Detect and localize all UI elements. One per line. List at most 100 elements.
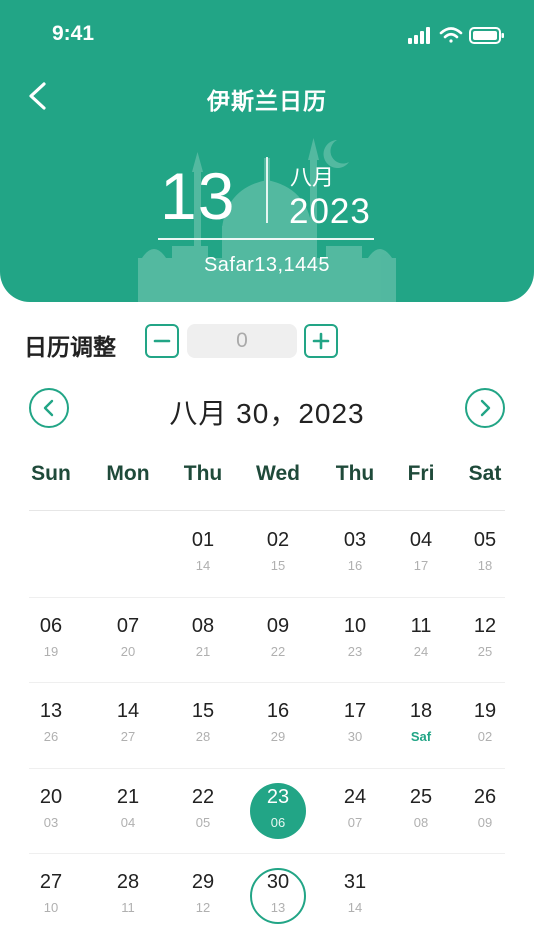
day-cell[interactable]: 26 09	[447, 768, 523, 852]
day-cell[interactable]: 19 02	[447, 682, 523, 766]
day-cell[interactable]: 29 12	[165, 853, 241, 937]
status-time: 9:41	[52, 22, 95, 45]
gregorian-day: 20	[39, 786, 63, 808]
date-divider	[266, 157, 268, 223]
chevron-right-icon	[480, 399, 491, 417]
gregorian-day: 23	[266, 786, 290, 808]
next-month-button[interactable]	[465, 388, 505, 428]
day-cell[interactable]: 12 25	[447, 597, 523, 681]
hijri-day: 13	[270, 900, 286, 915]
weekday-header: Mon	[106, 462, 150, 485]
day-cell-selected[interactable]: 23 06	[240, 768, 316, 852]
day-cell[interactable]: 06 19	[13, 597, 89, 681]
hijri-day: 10	[43, 900, 59, 915]
weekday-header: Thu	[335, 462, 375, 485]
day-cell-today[interactable]: 30 13	[240, 853, 316, 937]
gregorian-day: 06	[39, 615, 63, 637]
day-cell[interactable]: 17 30	[317, 682, 393, 766]
day-cell[interactable]: 07 20	[90, 597, 166, 681]
hijri-day: 28	[195, 729, 211, 744]
day-cell[interactable]: 31 14	[317, 853, 393, 937]
gregorian-day: 12	[473, 615, 497, 637]
header-month: 八月	[290, 165, 335, 190]
gregorian-day: 03	[343, 529, 367, 551]
day-cell[interactable]: 21 04	[90, 768, 166, 852]
day-cell[interactable]: 28 11	[90, 853, 166, 937]
month-title: 八月 30，2023	[169, 398, 365, 429]
gregorian-day: 31	[343, 871, 367, 893]
gregorian-day: 22	[191, 786, 215, 808]
hijri-day: 03	[43, 815, 59, 830]
page-title: 伊斯兰日历	[207, 88, 327, 114]
hijri-day: 05	[195, 815, 211, 830]
decrement-button[interactable]	[145, 324, 179, 358]
hijri-day: 16	[347, 558, 363, 573]
gregorian-day: 09	[266, 615, 290, 637]
gregorian-day: 29	[191, 871, 215, 893]
status-bar: 9:41	[0, 0, 534, 70]
gregorian-day: 05	[473, 529, 497, 551]
hijri-day: 20	[120, 644, 136, 659]
hijri-day: 12	[195, 900, 211, 915]
header-year: 2023	[289, 192, 371, 231]
status-icons	[408, 24, 508, 48]
hijri-day: 11	[121, 900, 135, 915]
day-cell[interactable]: 13 26	[13, 682, 89, 766]
calendar-adjust-label: 日历调整	[24, 334, 116, 360]
hijri-day: 15	[270, 558, 286, 573]
hijri-day-number: 13	[160, 159, 236, 233]
date-underline	[158, 238, 374, 240]
hijri-day: 09	[477, 815, 493, 830]
hijri-day: 21	[195, 644, 211, 659]
hijri-day: 19	[43, 644, 59, 659]
gregorian-day: 28	[116, 871, 140, 893]
gregorian-day: 16	[266, 700, 290, 722]
weekday-header: Sun	[31, 462, 71, 485]
day-cell[interactable]: 03 16	[317, 511, 393, 595]
adjust-value-field[interactable]: 0	[187, 324, 297, 358]
gregorian-day: 26	[473, 786, 497, 808]
day-cell[interactable]: 09 22	[240, 597, 316, 681]
day-cell[interactable]: 16 29	[240, 682, 316, 766]
gregorian-day: 08	[191, 615, 215, 637]
plus-icon	[312, 332, 330, 350]
day-cell[interactable]: 02 15	[240, 511, 316, 595]
day-cell[interactable]: 01 14	[165, 511, 241, 595]
weekday-header: Sat	[468, 462, 502, 485]
gregorian-day: 30	[266, 871, 290, 893]
hijri-day: 04	[120, 815, 136, 830]
hijri-day: 06	[270, 815, 286, 830]
gregorian-day: 21	[116, 786, 140, 808]
day-cell[interactable]: 14 27	[90, 682, 166, 766]
day-cell[interactable]: 05 18	[447, 511, 523, 595]
hijri-day: 02	[477, 729, 493, 744]
day-cell[interactable]: 08 21	[165, 597, 241, 681]
hijri-day: 26	[43, 729, 59, 744]
hijri-day: 18	[477, 558, 493, 573]
hijri-day: 14	[195, 558, 211, 573]
day-cell[interactable]: 24 07	[317, 768, 393, 852]
hijri-day: 22	[270, 644, 286, 659]
day-cell[interactable]: 10 23	[317, 597, 393, 681]
minus-icon	[153, 339, 171, 343]
day-cell[interactable]: 20 03	[13, 768, 89, 852]
day-cell[interactable]: 22 05	[165, 768, 241, 852]
hijri-day: 14	[347, 900, 363, 915]
gregorian-day: 01	[191, 529, 215, 551]
hijri-day: 23	[347, 644, 363, 659]
gregorian-day: 07	[116, 615, 140, 637]
gregorian-day: 15	[191, 700, 215, 722]
increment-button[interactable]	[304, 324, 338, 358]
gregorian-day: 13	[39, 700, 63, 722]
weekday-header: Wed	[256, 462, 300, 485]
day-cell[interactable]: 27 10	[13, 853, 89, 937]
hijri-day: 07	[347, 815, 363, 830]
hijri-date: Safar13,1445	[203, 254, 331, 276]
hijri-day: 27	[120, 729, 136, 744]
hijri-day: 25	[477, 644, 493, 659]
gregorian-day: 02	[266, 529, 290, 551]
gregorian-day: 10	[343, 615, 367, 637]
gregorian-day: 24	[343, 786, 367, 808]
gregorian-day: 27	[39, 871, 63, 893]
day-cell[interactable]: 15 28	[165, 682, 241, 766]
